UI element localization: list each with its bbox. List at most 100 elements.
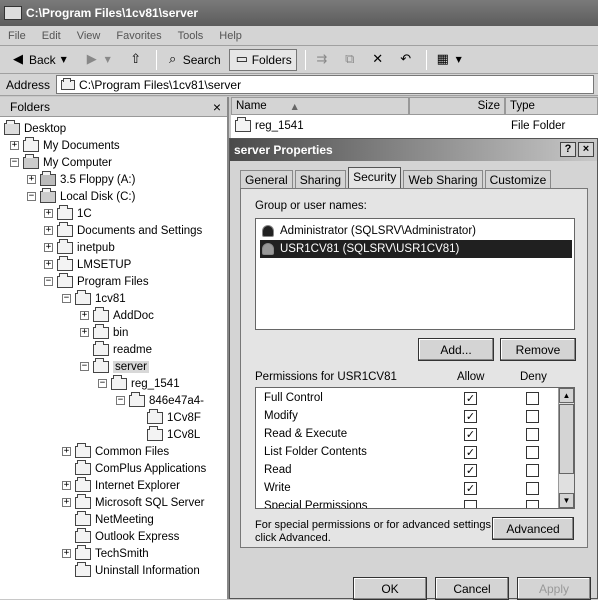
tree-item-microsoft-sql-server[interactable]: + Microsoft SQL Server bbox=[62, 493, 205, 511]
deny-checkbox[interactable] bbox=[526, 428, 539, 441]
collapse-icon[interactable]: − bbox=[62, 294, 71, 303]
expand-icon[interactable]: + bbox=[62, 447, 71, 456]
search-button[interactable]: ⌕ Search bbox=[161, 49, 225, 71]
menu-tools[interactable]: Tools bbox=[178, 30, 204, 42]
deny-checkbox[interactable] bbox=[526, 446, 539, 459]
address-input[interactable]: C:\Program Files\1cv81\server bbox=[56, 75, 594, 94]
collapse-icon[interactable]: − bbox=[10, 158, 19, 167]
allow-checkbox[interactable]: ✓ bbox=[464, 392, 477, 405]
add-button[interactable]: Add... bbox=[418, 338, 494, 361]
expand-icon[interactable]: + bbox=[80, 328, 89, 337]
expand-icon[interactable]: + bbox=[44, 243, 53, 252]
allow-checkbox[interactable]: ✓ bbox=[464, 428, 477, 441]
up-folder-button[interactable]: ⇧ bbox=[124, 49, 148, 71]
tree-item-server[interactable]: − server bbox=[80, 357, 149, 375]
tree-item-my-documents[interactable]: + My Documents bbox=[10, 136, 120, 154]
tree-item-846e47a4[interactable]: −846e47a4- bbox=[116, 391, 204, 409]
tree-item-documents-and-settings[interactable]: + Documents and Settings bbox=[44, 221, 202, 239]
tree-item-lmsetup[interactable]: + LMSETUP bbox=[44, 255, 131, 273]
collapse-icon[interactable]: − bbox=[27, 192, 36, 201]
user-item-administrator[interactable]: Administrator (SQLSRV\Administrator) bbox=[260, 222, 572, 240]
tree-item-desktop[interactable]: Desktop bbox=[4, 119, 66, 137]
menu-edit[interactable]: Edit bbox=[42, 30, 61, 42]
allow-checkbox[interactable]: ✓ bbox=[464, 410, 477, 423]
tree-item-adddoc[interactable]: + AddDoc bbox=[80, 306, 154, 324]
delete-button[interactable]: ✕ bbox=[366, 49, 390, 71]
dialog-close-button[interactable]: × bbox=[578, 142, 594, 157]
tree-item-techsmith[interactable]: + TechSmith bbox=[62, 544, 149, 562]
tree-item-1cv8l[interactable]: 1Cv8L bbox=[134, 425, 200, 443]
file-row[interactable]: reg_1541 File Folder bbox=[231, 117, 598, 135]
tab-web-sharing[interactable]: Web Sharing bbox=[403, 170, 483, 189]
expand-icon[interactable]: + bbox=[44, 209, 53, 218]
menu-file[interactable]: File bbox=[8, 30, 26, 42]
expand-icon[interactable]: + bbox=[62, 498, 71, 507]
tab-security[interactable]: Security bbox=[348, 167, 402, 189]
ok-button[interactable]: OK bbox=[353, 577, 427, 600]
help-button[interactable]: ? bbox=[560, 142, 576, 157]
deny-checkbox[interactable] bbox=[526, 392, 539, 405]
tree-item-1c[interactable]: +1C bbox=[44, 204, 92, 222]
tree-item-local-disk[interactable]: − Local Disk (C:) bbox=[27, 187, 135, 205]
expand-icon[interactable]: + bbox=[44, 260, 53, 269]
folders-button[interactable]: ▭ Folders bbox=[228, 48, 297, 71]
cancel-button[interactable]: Cancel bbox=[435, 577, 509, 600]
tree-item-1cv81[interactable]: −1cv81 bbox=[62, 289, 126, 307]
tree-item-netmeeting[interactable]: NetMeeting bbox=[62, 510, 154, 528]
expand-icon[interactable]: + bbox=[62, 549, 71, 558]
collapse-icon[interactable]: − bbox=[116, 396, 125, 405]
deny-checkbox[interactable] bbox=[526, 464, 539, 477]
tab-sharing[interactable]: Sharing bbox=[294, 170, 347, 189]
deny-checkbox[interactable] bbox=[526, 500, 539, 508]
remove-button[interactable]: Remove bbox=[500, 338, 576, 361]
forward-button[interactable]: ▶ ▼ bbox=[80, 49, 120, 71]
tree-item-uninstall-information[interactable]: Uninstall Information bbox=[62, 561, 200, 579]
expand-icon[interactable]: + bbox=[10, 141, 19, 150]
tree-item-inetpub[interactable]: + inetpub bbox=[44, 238, 115, 256]
close-icon[interactable]: × bbox=[213, 99, 221, 115]
column-header-size[interactable]: Size bbox=[409, 97, 505, 115]
allow-checkbox[interactable] bbox=[464, 500, 477, 508]
tree-item-program-files[interactable]: − Program Files bbox=[44, 272, 149, 290]
allow-checkbox[interactable]: ✓ bbox=[464, 464, 477, 477]
collapse-icon[interactable]: − bbox=[44, 277, 53, 286]
tab-general[interactable]: General bbox=[240, 170, 293, 189]
tab-customize[interactable]: Customize bbox=[484, 170, 552, 189]
copy-to-button[interactable]: ⧉ bbox=[338, 49, 362, 71]
expand-icon[interactable]: + bbox=[62, 481, 71, 490]
menu-help[interactable]: Help bbox=[219, 30, 242, 42]
column-header-name[interactable]: Name ▲ bbox=[231, 97, 409, 115]
tree-item-reg-1541[interactable]: − reg_1541 bbox=[98, 374, 180, 392]
scroll-thumb[interactable] bbox=[559, 404, 574, 474]
scroll-down-icon[interactable]: ▼ bbox=[559, 493, 574, 508]
permissions-scrollbar[interactable]: ▲ ▼ bbox=[558, 388, 574, 508]
expand-icon[interactable]: + bbox=[80, 311, 89, 320]
deny-checkbox[interactable] bbox=[526, 410, 539, 423]
undo-button[interactable]: ↶ bbox=[394, 49, 418, 71]
column-header-type[interactable]: Type bbox=[505, 97, 598, 115]
tree-item-internet-explorer[interactable]: + Internet Explorer bbox=[62, 476, 180, 494]
apply-button[interactable]: Apply bbox=[517, 577, 591, 600]
move-to-button[interactable]: ⇉ bbox=[310, 49, 334, 71]
tree-item-common-files[interactable]: + Common Files bbox=[62, 442, 169, 460]
tree-item-outlook-express[interactable]: Outlook Express bbox=[62, 527, 179, 545]
expand-icon[interactable]: + bbox=[27, 175, 36, 184]
advanced-button[interactable]: Advanced bbox=[492, 517, 574, 540]
views-button[interactable]: ▦ ▼ bbox=[431, 49, 471, 71]
tree-item-floppy[interactable]: +3.5 Floppy (A:) bbox=[27, 170, 135, 188]
menu-view[interactable]: View bbox=[77, 30, 101, 42]
allow-checkbox[interactable]: ✓ bbox=[464, 482, 477, 495]
tree-item-bin[interactable]: + bin bbox=[80, 323, 128, 341]
tree-item-1cv8f[interactable]: 1Cv8F bbox=[134, 408, 201, 426]
tree-item-readme[interactable]: readme bbox=[80, 340, 152, 358]
expand-icon[interactable]: + bbox=[44, 226, 53, 235]
user-item-usr1cv81[interactable]: USR1CV81 (SQLSRV\USR1CV81) bbox=[260, 240, 572, 258]
collapse-icon[interactable]: − bbox=[98, 379, 107, 388]
tree-item-complus-applications[interactable]: ComPlus Applications bbox=[62, 459, 206, 477]
scroll-up-icon[interactable]: ▲ bbox=[559, 388, 574, 403]
menu-favorites[interactable]: Favorites bbox=[116, 30, 161, 42]
collapse-icon[interactable]: − bbox=[80, 362, 89, 371]
users-listbox[interactable]: Administrator (SQLSRV\Administrator) USR… bbox=[255, 218, 575, 330]
tree-item-my-computer[interactable]: − My Computer bbox=[10, 153, 112, 171]
back-button[interactable]: ◀ Back ▼ bbox=[6, 49, 76, 71]
